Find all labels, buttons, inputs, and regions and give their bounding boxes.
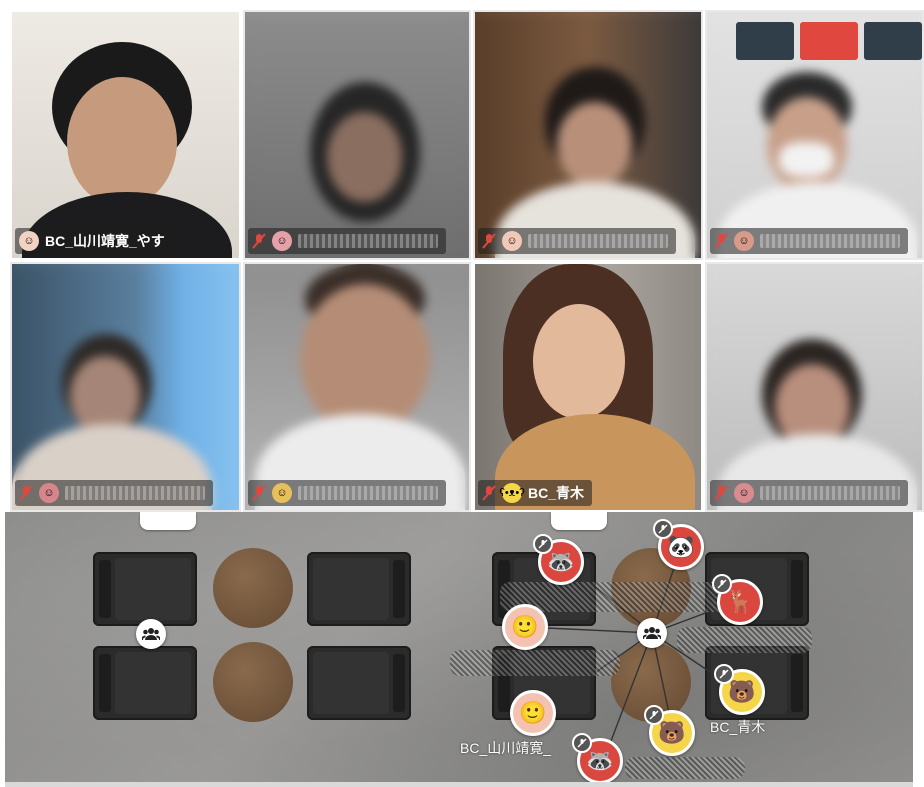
participant-name xyxy=(760,486,900,500)
participant-namebar: ☺ xyxy=(478,228,676,254)
participant-name xyxy=(760,234,900,248)
participant-name xyxy=(65,486,205,500)
video-tile[interactable]: ☺ xyxy=(705,262,924,512)
participant-avatar[interactable]: 🙂 xyxy=(510,690,556,736)
control-button[interactable] xyxy=(864,22,922,60)
video-grid: ☺ BC_山川靖寛_やす ☺ ☺ ☺ ☺ ☺ ʕ•ᴥ•ʔ BC_青木 ☺ xyxy=(10,10,924,512)
face-icon: ☺ xyxy=(272,231,292,251)
participant-avatar[interactable]: 🐻 xyxy=(644,705,695,756)
face-icon: ☺ xyxy=(734,231,754,251)
participant-avatar[interactable]: 🐻 xyxy=(714,664,765,715)
video-tile[interactable]: ☺ xyxy=(473,10,703,260)
mic-muted-icon xyxy=(644,705,664,725)
participant-avatar[interactable]: 🙂 xyxy=(502,604,548,650)
mic-muted-icon xyxy=(252,233,266,249)
participant-namebar: ☺ xyxy=(710,228,908,254)
blurred-label xyxy=(450,650,620,676)
mic-muted-icon xyxy=(482,233,496,249)
video-tile[interactable]: ʕ•ᴥ•ʔ BC_青木 xyxy=(473,262,703,512)
control-button[interactable] xyxy=(800,22,858,60)
tile-controls xyxy=(736,22,922,60)
raccoon-icon: 🦝 xyxy=(586,748,614,773)
participant-name: BC_青木 xyxy=(528,485,585,501)
group-icon[interactable] xyxy=(637,618,667,648)
participant-namebar: ☺ xyxy=(15,480,213,506)
blurred-label xyxy=(625,757,745,779)
bear-icon: ʕ•ᴥ•ʔ xyxy=(499,483,525,503)
raccoon-icon: 🦝 xyxy=(547,549,575,574)
bear-icon: 🐻 xyxy=(728,679,756,704)
mic-muted-icon xyxy=(653,519,673,539)
participant-name xyxy=(298,234,438,248)
face-icon: 🙂 xyxy=(519,700,547,725)
mic-muted-icon xyxy=(19,485,33,501)
participant-avatar[interactable]: 🐼 xyxy=(653,519,704,570)
bear-icon: 🐻 xyxy=(658,720,686,745)
participant-avatar-label: BC_青木 xyxy=(710,719,766,735)
face-icon: ☺ xyxy=(19,231,39,251)
mic-muted-icon xyxy=(533,534,553,554)
face-icon: 🙂 xyxy=(511,614,539,639)
face-icon: ☺ xyxy=(272,483,292,503)
participant-namebar: ☺ xyxy=(248,228,446,254)
video-tile[interactable]: ☺ xyxy=(705,10,924,260)
participant-avatar[interactable]: 🦌 xyxy=(712,574,763,625)
virtual-floor-map[interactable]: 🦝 🐼 🦌 🙂 🐻 BC_青木 🙂 BC_山川靖寛_ 🐻 🦝 xyxy=(5,512,913,782)
mic-muted-icon xyxy=(482,485,496,501)
video-tile[interactable]: ☺ xyxy=(243,262,471,512)
mic-muted-icon xyxy=(712,574,732,594)
participant-name xyxy=(298,486,438,500)
participant-avatar[interactable]: 🦝 xyxy=(572,733,623,782)
floor-footer-bar xyxy=(5,782,913,787)
blurred-label xyxy=(677,627,812,653)
mic-muted-icon xyxy=(714,233,728,249)
mic-muted-icon xyxy=(572,733,592,753)
participant-avatar-label: BC_山川靖寛_ xyxy=(460,740,552,756)
mic-muted-icon xyxy=(252,485,266,501)
participant-namebar: ☺ xyxy=(248,480,446,506)
participant-namebar: ☺ BC_山川靖寛_やす xyxy=(15,228,173,254)
mic-muted-icon xyxy=(714,485,728,501)
panda-icon: 🐼 xyxy=(667,534,695,559)
participant-namebar: ʕ•ᴥ•ʔ BC_青木 xyxy=(478,480,593,506)
face-icon: ☺ xyxy=(734,483,754,503)
face-icon: ☺ xyxy=(39,483,59,503)
participant-avatar[interactable]: 🦝 xyxy=(533,534,584,585)
mic-muted-icon xyxy=(714,664,734,684)
participant-namebar: ☺ xyxy=(710,480,908,506)
video-tile[interactable]: ☺ xyxy=(10,262,241,512)
control-button[interactable] xyxy=(736,22,794,60)
participant-name: BC_山川靖寛_やす xyxy=(45,233,165,249)
participant-name xyxy=(528,234,668,248)
deer-icon: 🦌 xyxy=(726,589,754,614)
face-icon: ☺ xyxy=(502,231,522,251)
video-tile[interactable]: ☺ BC_山川靖寛_やす xyxy=(10,10,241,260)
video-tile[interactable]: ☺ xyxy=(243,10,471,260)
